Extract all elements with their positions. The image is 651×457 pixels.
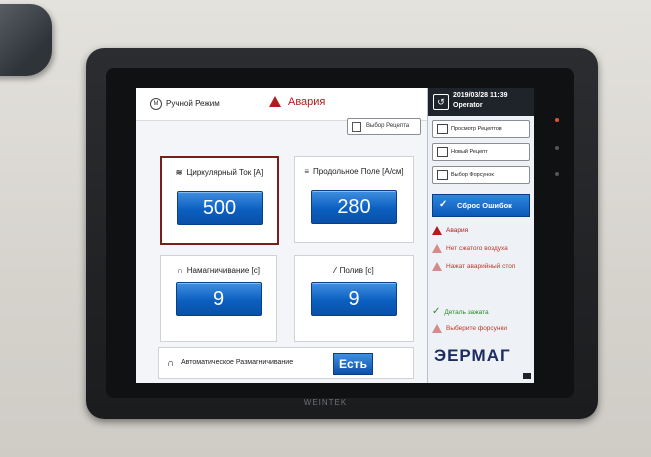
- watering-card[interactable]: ⁄ Полив [с] 9: [294, 255, 414, 342]
- reset-errors-button[interactable]: ✓ Сброс Ошибок: [432, 194, 530, 217]
- alarm-icon: [269, 96, 281, 107]
- alarm-label: Авария: [288, 96, 326, 108]
- recipe-icon: [352, 122, 361, 132]
- top-bar: M Ручной Режим Авария: [136, 88, 427, 121]
- new-recipe-button[interactable]: Новый Рецепт: [432, 143, 530, 161]
- hmi-screen: M Ручной Режим Авария Выбор Рецепта ≋ Цир…: [136, 88, 534, 383]
- magnet-icon: ∩: [176, 266, 183, 275]
- demag-icon: ∩: [167, 358, 175, 369]
- auto-demag-toggle[interactable]: Есть: [333, 353, 373, 375]
- message-select-nozzles: Выберите форсунки: [432, 324, 507, 333]
- power-led-icon: [555, 118, 559, 122]
- circular-current-value[interactable]: 500: [176, 191, 263, 225]
- auto-demag-label: Автоматическое Размагничивание: [181, 359, 294, 366]
- message-no-air: Нет сжатого воздуха: [432, 244, 508, 253]
- datetime: 2019/03/28 11:39: [453, 92, 508, 99]
- message-alarm: Авария: [432, 226, 468, 235]
- message-part-clamped: ✓ Деталь зажата: [432, 306, 489, 317]
- watering-value[interactable]: 9: [311, 282, 397, 316]
- circular-current-card[interactable]: ≋ Циркулярный Ток [А] 500: [160, 156, 279, 245]
- recipe-select-label: Выбор Рецепта: [366, 123, 410, 129]
- card-title: ≋ Циркулярный Ток [А]: [175, 168, 264, 177]
- button-label: Просмотр Рецептов: [451, 126, 502, 132]
- status-led-icon: [555, 146, 559, 150]
- coil-icon: ≋: [175, 168, 183, 177]
- auto-demag-row: ∩ Автоматическое Размагничивание Есть: [158, 347, 414, 379]
- network-led-icon: [555, 172, 559, 176]
- check-icon: ✓: [432, 306, 441, 317]
- recipe-select-button[interactable]: Выбор Рецепта: [347, 118, 421, 135]
- cabinet-knob: [0, 4, 52, 76]
- reset-errors-label: Сброс Ошибок: [457, 201, 512, 210]
- magnetization-value[interactable]: 9: [175, 282, 262, 316]
- save-icon: [437, 147, 448, 157]
- check-icon: ✓: [439, 199, 448, 210]
- sidebar: ↺ 2019/03/28 11:39 Operator Просмотр Рец…: [427, 88, 534, 383]
- view-recipes-button[interactable]: Просмотр Рецептов: [432, 120, 530, 138]
- card-title: ⁄ Полив [с]: [334, 266, 374, 275]
- keyboard-icon[interactable]: [523, 373, 531, 379]
- spray-icon: ⁄: [334, 266, 336, 275]
- company-logo: ЭЕРМАГ: [434, 346, 511, 365]
- nozzle-icon: [437, 170, 448, 180]
- warning-icon: [432, 324, 442, 333]
- button-label: Выбор Форсунок: [451, 172, 494, 178]
- warning-icon: [432, 262, 442, 271]
- brand-label: WEINTEK: [303, 398, 348, 407]
- nozzle-select-button[interactable]: Выбор Форсунок: [432, 166, 530, 184]
- sidebar-header: ↺ 2019/03/28 11:39 Operator: [428, 88, 534, 116]
- warning-icon: [432, 244, 442, 253]
- folder-icon: [437, 124, 448, 134]
- user-name: Operator: [453, 102, 483, 109]
- user-icon: ↺: [433, 94, 449, 110]
- mode-icon: M: [150, 98, 162, 110]
- warning-icon: [432, 226, 442, 235]
- field-icon: ≡: [304, 167, 309, 176]
- magnetization-card[interactable]: ∩ Намагничивание [с] 9: [160, 255, 277, 342]
- button-label: Новый Рецепт: [451, 149, 488, 155]
- card-title: ≡ Продольное Поле [А/см]: [304, 167, 404, 176]
- longitudinal-field-card[interactable]: ≡ Продольное Поле [А/см] 280: [294, 156, 414, 243]
- message-emergency-stop: Нажат аварийный стоп: [432, 262, 528, 271]
- longitudinal-field-value[interactable]: 280: [311, 190, 397, 224]
- mode-label: Ручной Режим: [166, 99, 220, 108]
- card-title: ∩ Намагничивание [с]: [176, 266, 260, 275]
